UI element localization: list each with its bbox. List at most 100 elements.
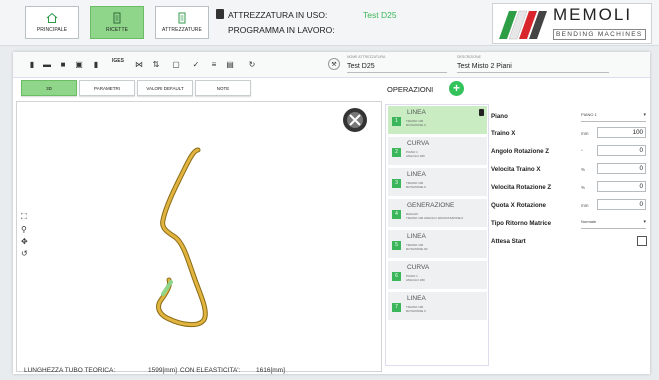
- check-icon[interactable]: ✓: [191, 59, 201, 69]
- list-item[interactable]: 5 LINEA TRAINO 100 ROTAZIONE 90: [388, 230, 487, 259]
- op-name: LINEA: [407, 233, 426, 240]
- nav-ricette-label: RICETTE: [105, 27, 129, 33]
- nav-attrezzature-button[interactable]: ATTREZZATURE: [155, 6, 209, 39]
- nav-ricette-button[interactable]: RICETTE: [90, 6, 144, 39]
- iges-label: IGES: [112, 58, 124, 64]
- 3d-viewport[interactable]: ⛶ ⚲ ✥ ↺ LUNGHEZZA TUBO TEORICA: 1599[mm]…: [16, 101, 382, 374]
- lunghezza-label: LUNGHEZZA TUBO TEORICA:: [24, 367, 116, 374]
- tab-valori-default[interactable]: VALORI DEFAULT: [137, 80, 193, 96]
- home-icon: [46, 12, 58, 23]
- tool-field-label: NOME ATTREZZATURA: [347, 55, 386, 59]
- operations-list: 1 LINEA TRAINO 100 ROTAZIONE 0 2 CURVA P…: [385, 104, 489, 366]
- tab-3d[interactable]: 3D: [21, 80, 77, 96]
- op-number: 3: [392, 179, 401, 188]
- operations-title: OPERAZIONI: [387, 85, 434, 94]
- list-icon[interactable]: ≡: [209, 59, 219, 69]
- param-unit: mm: [581, 203, 589, 208]
- velocita-rotazione-z-input[interactable]: 0: [597, 181, 646, 192]
- traino-x-input[interactable]: 100: [597, 127, 646, 138]
- memoli-logo-mark: [499, 10, 547, 39]
- nav-principale-label: PRINCIPALE: [36, 27, 68, 33]
- list-item[interactable]: 6 CURVA PIANO 1 ANGOLO 180: [388, 261, 487, 290]
- param-unit: %: [581, 167, 586, 172]
- param-label: Angolo Rotazione Z: [491, 148, 550, 155]
- fit-icon[interactable]: ⛶: [21, 212, 28, 222]
- desc-field[interactable]: Test Misto 2 Piani: [457, 63, 609, 73]
- add-operation-button[interactable]: +: [449, 81, 464, 96]
- list-item[interactable]: 1 LINEA TRAINO 100 ROTAZIONE 0: [388, 106, 487, 135]
- delete-icon[interactable]: ▮: [91, 59, 101, 69]
- op-details: TRAINO 100 ROTAZIONE 0: [406, 181, 426, 189]
- zoom-icon[interactable]: ⚲: [21, 225, 28, 234]
- top-bar: PRINCIPALE RICETTE ATTREZZATURE ATTREZZA…: [0, 0, 659, 46]
- cube-icon[interactable]: ▢: [171, 59, 181, 69]
- tipo-ritorno-select[interactable]: Normale: [581, 219, 646, 229]
- op-name: CURVA: [407, 140, 430, 147]
- op-details: TRAINO 100 ROTAZIONE 0: [406, 305, 426, 313]
- param-label: Velocita Rotazione Z: [491, 184, 552, 191]
- tool-field[interactable]: Test D25: [347, 63, 447, 73]
- param-tipo-ritorno-matrice: Tipo Ritorno Matrice Normale: [491, 216, 646, 233]
- param-traino-x: Traino X mm 100: [491, 126, 646, 143]
- list-item[interactable]: 3 LINEA TRAINO 100 ROTAZIONE 0: [388, 168, 487, 197]
- op-name: LINEA: [407, 295, 426, 302]
- op-number: 5: [392, 241, 401, 250]
- op-details: TRAINO 100 ROTAZIONE 90: [406, 243, 428, 251]
- memoli-logo: MEMOLI BENDING MACHINES: [492, 3, 652, 44]
- brand-tagline: BENDING MACHINES: [553, 29, 646, 40]
- param-unit: °: [581, 149, 583, 154]
- save-as-icon[interactable]: ▣: [74, 59, 84, 69]
- attesa-start-checkbox[interactable]: [637, 236, 647, 246]
- camera-compass-icon[interactable]: [343, 108, 367, 132]
- op-number: 6: [392, 272, 401, 281]
- wrench-icon[interactable]: ⚒: [328, 58, 340, 70]
- open-folder-icon[interactable]: ▬: [42, 59, 52, 69]
- op-details: PIANO 1 ANGOLO 180: [406, 274, 425, 282]
- elasticita-label: CON ELEASTICITA':: [180, 367, 241, 374]
- op-number: 4: [392, 210, 401, 219]
- param-unit: %: [581, 185, 586, 190]
- tools-icon: [178, 12, 186, 24]
- new-file-icon[interactable]: ▮: [27, 59, 37, 69]
- recipe-panel: ▮ ▬ ■ ▣ ▮ IGES ⋈ ⇅ ▢ ✓ ≡ ▤ ↻ ⚒ NOME ATTR…: [13, 52, 650, 374]
- brand-name: MEMOLI: [553, 5, 633, 24]
- trash-icon[interactable]: [479, 109, 484, 116]
- param-label: Piano: [491, 113, 508, 120]
- op-details: RAGGIO TRAINO 100 ANGOLO 180 ROTAZIONE 0: [406, 212, 464, 220]
- op-number: 2: [392, 148, 401, 157]
- nav-principale-button[interactable]: PRINCIPALE: [25, 6, 79, 39]
- nav-attrezzature-label: ATTREZZATURE: [162, 27, 202, 33]
- param-velocita-traino-x: Velocita Traino X % 0: [491, 162, 646, 179]
- mirror-icon[interactable]: ⋈: [134, 59, 144, 69]
- param-unit: mm: [581, 131, 589, 136]
- page-icon[interactable]: ▤: [225, 59, 235, 69]
- op-name: GENERAZIONE: [407, 202, 455, 209]
- velocita-traino-x-input[interactable]: 0: [597, 163, 646, 174]
- param-piano: Piano PIANO 1: [491, 109, 646, 126]
- elasticita-value: 1616[mm]: [256, 367, 285, 374]
- rotate-view-icon[interactable]: ↻: [247, 59, 257, 69]
- angolo-rotazione-z-input[interactable]: 0: [597, 145, 646, 156]
- piano-select[interactable]: PIANO 1: [581, 112, 646, 122]
- list-item[interactable]: 2 CURVA PIANO 1 ANGOLO 180: [388, 137, 487, 166]
- document-icon: [216, 9, 224, 19]
- quota-x-rotazione-input[interactable]: 0: [597, 199, 646, 210]
- tab-parametri[interactable]: PARAMETRI: [79, 80, 135, 96]
- reset-view-icon[interactable]: ↺: [21, 249, 28, 258]
- document-icon: [113, 12, 121, 24]
- op-name: LINEA: [407, 109, 426, 116]
- param-label: Attesa Start: [491, 238, 526, 245]
- lunghezza-value: 1599[mm]: [148, 367, 177, 374]
- param-label: Tipo Ritorno Matrice: [491, 220, 552, 227]
- param-velocita-rotazione-z: Velocita Rotazione Z % 0: [491, 180, 646, 197]
- param-quota-x-rotazione: Quota X Rotazione mm 0: [491, 198, 646, 215]
- save-icon[interactable]: ■: [58, 59, 68, 69]
- pan-icon[interactable]: ✥: [21, 237, 28, 246]
- sort-icon[interactable]: ⇅: [151, 59, 161, 69]
- param-label: Traino X: [491, 130, 516, 137]
- list-item[interactable]: 7 LINEA TRAINO 100 ROTAZIONE 0: [388, 292, 487, 321]
- param-angolo-rotazione-z: Angolo Rotazione Z ° 0: [491, 144, 646, 161]
- tab-note[interactable]: NOTE: [195, 80, 251, 96]
- iges-import-button[interactable]: IGES: [110, 56, 126, 66]
- list-item[interactable]: 4 GENERAZIONE RAGGIO TRAINO 100 ANGOLO 1…: [388, 199, 487, 228]
